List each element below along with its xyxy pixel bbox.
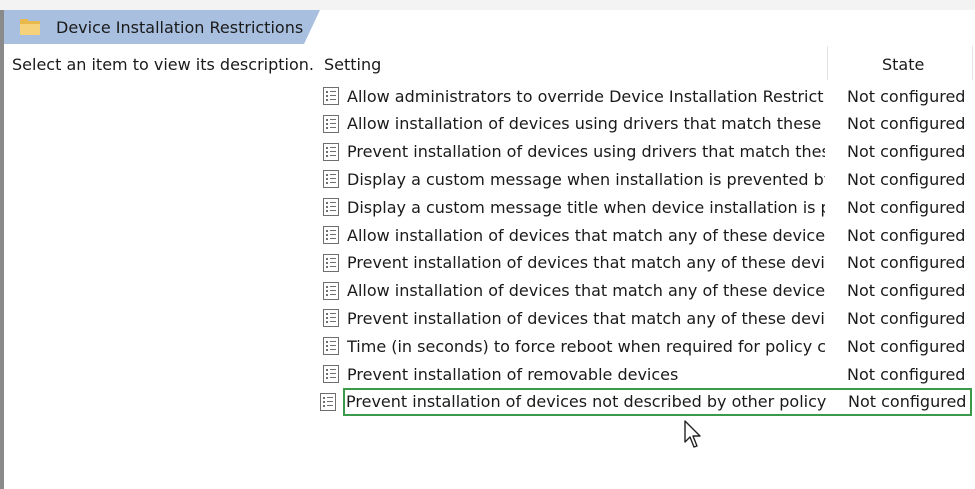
policy-setting-name: Prevent installation of removable device… xyxy=(347,364,679,384)
policy-setting-icon xyxy=(323,253,339,272)
policy-row[interactable]: Allow installation of devices that match… xyxy=(318,277,973,305)
policy-state: Not configured xyxy=(847,308,966,328)
policy-setting-name: Allow administrators to override Device … xyxy=(347,86,825,106)
policy-setting-name: Time (in seconds) to force reboot when r… xyxy=(347,336,825,356)
policy-setting-icon xyxy=(323,309,339,328)
policy-state: Not configured xyxy=(847,253,966,273)
policy-setting-name: Prevent installation of devices that mat… xyxy=(347,308,825,328)
column-divider[interactable] xyxy=(972,46,973,80)
policy-row[interactable]: Allow installation of devices that match… xyxy=(318,221,973,249)
policy-row[interactable]: Allow administrators to override Device … xyxy=(318,82,973,110)
policy-setting-icon xyxy=(320,392,336,411)
policy-row[interactable]: Prevent installation of devices using dr… xyxy=(318,138,973,166)
description-pane: Select an item to view its description. xyxy=(4,44,314,489)
policy-setting-icon xyxy=(323,114,339,133)
policy-setting-icon xyxy=(323,87,339,105)
policy-setting-name: Prevent installation of devices that mat… xyxy=(347,253,825,273)
policy-state: Not configured xyxy=(847,225,966,245)
folder-icon xyxy=(20,19,40,35)
description-text: Select an item to view its description. xyxy=(12,55,314,74)
policy-row[interactable]: Prevent installation of devices that mat… xyxy=(318,304,973,332)
policy-setting-name: Prevent installation of devices using dr… xyxy=(347,142,825,162)
policy-state: Not configured xyxy=(847,86,966,106)
policy-setting-icon xyxy=(323,142,339,161)
policy-setting-icon xyxy=(323,198,339,217)
column-header-state[interactable]: State xyxy=(882,48,924,80)
policy-state: Not configured xyxy=(847,336,966,356)
policy-row[interactable]: Prevent installation of removable device… xyxy=(318,360,973,388)
policy-setting-icon xyxy=(323,226,339,244)
policy-setting-icon xyxy=(323,365,339,383)
policy-state: Not configured xyxy=(847,281,966,301)
policy-state: Not configured xyxy=(847,169,966,189)
policy-setting-icon xyxy=(323,170,339,189)
policy-row[interactable]: Prevent installation of devices not desc… xyxy=(320,387,972,416)
policy-row[interactable]: Time (in seconds) to force reboot when r… xyxy=(318,332,973,360)
policy-row[interactable]: Display a custom message title when devi… xyxy=(318,193,973,221)
policy-state: Not configured xyxy=(847,197,966,217)
policy-setting-name: Allow installation of devices that match… xyxy=(347,281,825,301)
policy-row[interactable]: Prevent installation of devices that mat… xyxy=(318,249,973,277)
policy-state: Not configured xyxy=(847,114,966,134)
policy-setting-name: Allow installation of devices that match… xyxy=(347,225,825,245)
folder-title: Device Installation Restrictions xyxy=(56,17,304,37)
policy-setting-name: Allow installation of devices using driv… xyxy=(347,114,825,134)
policy-state: Not configured xyxy=(847,142,966,162)
policy-setting-name: Prevent installation of devices not desc… xyxy=(346,392,826,412)
column-divider[interactable] xyxy=(827,46,828,80)
policy-setting-name: Display a custom message title when devi… xyxy=(347,197,825,217)
column-header-setting[interactable]: Setting xyxy=(324,48,381,80)
policy-setting-icon xyxy=(323,337,339,356)
policy-state: Not configured xyxy=(847,364,966,384)
folder-header: Device Installation Restrictions xyxy=(4,10,320,44)
mouse-cursor-icon xyxy=(684,420,701,448)
policy-row[interactable]: Display a custom message when installati… xyxy=(318,165,973,193)
policy-setting-name: Display a custom message when installati… xyxy=(347,169,825,189)
policy-setting-icon xyxy=(323,281,339,300)
policy-row[interactable]: Allow installation of devices using driv… xyxy=(318,110,973,138)
policy-state: Not configured xyxy=(848,392,967,412)
